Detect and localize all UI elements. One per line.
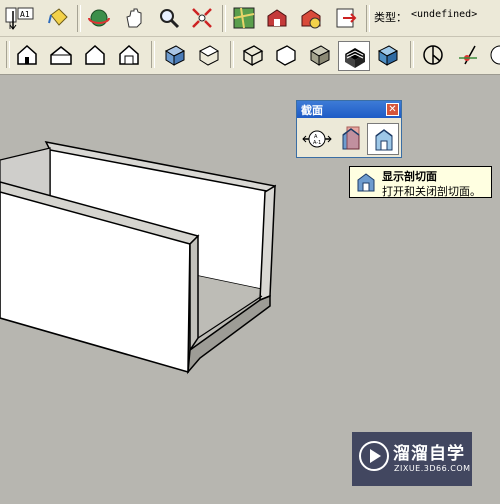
home-icon[interactable] <box>14 42 40 68</box>
monochrome-icon[interactable] <box>375 42 401 68</box>
wireframe-icon[interactable] <box>240 42 266 68</box>
display-section-planes-icon <box>342 126 360 150</box>
shaded-textures-icon[interactable] <box>338 41 370 71</box>
panel-title-bar[interactable]: 截面 ✕ <box>297 101 401 118</box>
svg-text:A1: A1 <box>20 10 30 19</box>
walk-icon[interactable] <box>487 42 500 68</box>
display-section-cut-icon <box>357 173 375 192</box>
top-view-icon[interactable] <box>196 42 222 68</box>
3d-warehouse-icon[interactable] <box>264 5 290 31</box>
shaded-icon[interactable] <box>307 42 333 68</box>
house-front-icon[interactable] <box>48 42 74 68</box>
house-side-icon[interactable] <box>82 42 108 68</box>
tooltip: 显示剖切面 打开和关闭剖切面。 <box>349 166 492 198</box>
display-section-cut-button[interactable] <box>367 123 399 155</box>
orbit-icon[interactable] <box>86 5 112 31</box>
section-toolbar-panel: 截面 ✕ A A-1 <box>296 100 402 158</box>
components-icon[interactable] <box>298 5 324 31</box>
panel-title: 截面 <box>301 104 323 117</box>
tooltip-description: 打开和关闭剖切面。 <box>382 185 481 198</box>
section-plane-icon: AA-1 <box>302 130 332 148</box>
watermark-brand: 溜溜自学 <box>393 444 465 464</box>
paint-bucket-icon[interactable] <box>45 5 71 31</box>
hidden-line-icon[interactable] <box>273 42 299 68</box>
dimension-a1-icon[interactable]: A1 <box>9 5 35 31</box>
house-outline-icon[interactable] <box>116 42 142 68</box>
close-button[interactable]: ✕ <box>386 103 399 116</box>
tooltip-title: 显示剖切面 <box>382 170 437 183</box>
axes-icon[interactable] <box>420 42 446 68</box>
zoom-extents-icon[interactable] <box>189 5 215 31</box>
watermark: 溜溜自学 ZIXUE.3D66.COM <box>352 432 472 486</box>
watermark-url: ZIXUE.3D66.COM <box>394 464 471 473</box>
type-label: 类型： <box>374 11 407 24</box>
display-section-planes-button[interactable] <box>335 123 367 155</box>
views-toolbar <box>0 37 500 75</box>
display-section-cut-icon <box>375 129 393 151</box>
position-camera-icon[interactable] <box>455 42 481 68</box>
export-icon[interactable] <box>333 5 359 31</box>
main-toolbar: A1 类型： <undefined> <box>0 0 500 37</box>
play-logo-icon <box>359 441 389 471</box>
iso-view-icon[interactable] <box>162 42 188 68</box>
zoom-icon[interactable] <box>156 5 182 31</box>
svg-text:A-1: A-1 <box>313 140 321 146</box>
front-wall-end-cap <box>189 234 199 353</box>
pan-hand-icon[interactable] <box>121 5 147 31</box>
type-value: <undefined> <box>411 9 478 20</box>
map-icon[interactable] <box>231 5 257 31</box>
section-plane-button[interactable]: A A-1 <box>301 123 333 155</box>
